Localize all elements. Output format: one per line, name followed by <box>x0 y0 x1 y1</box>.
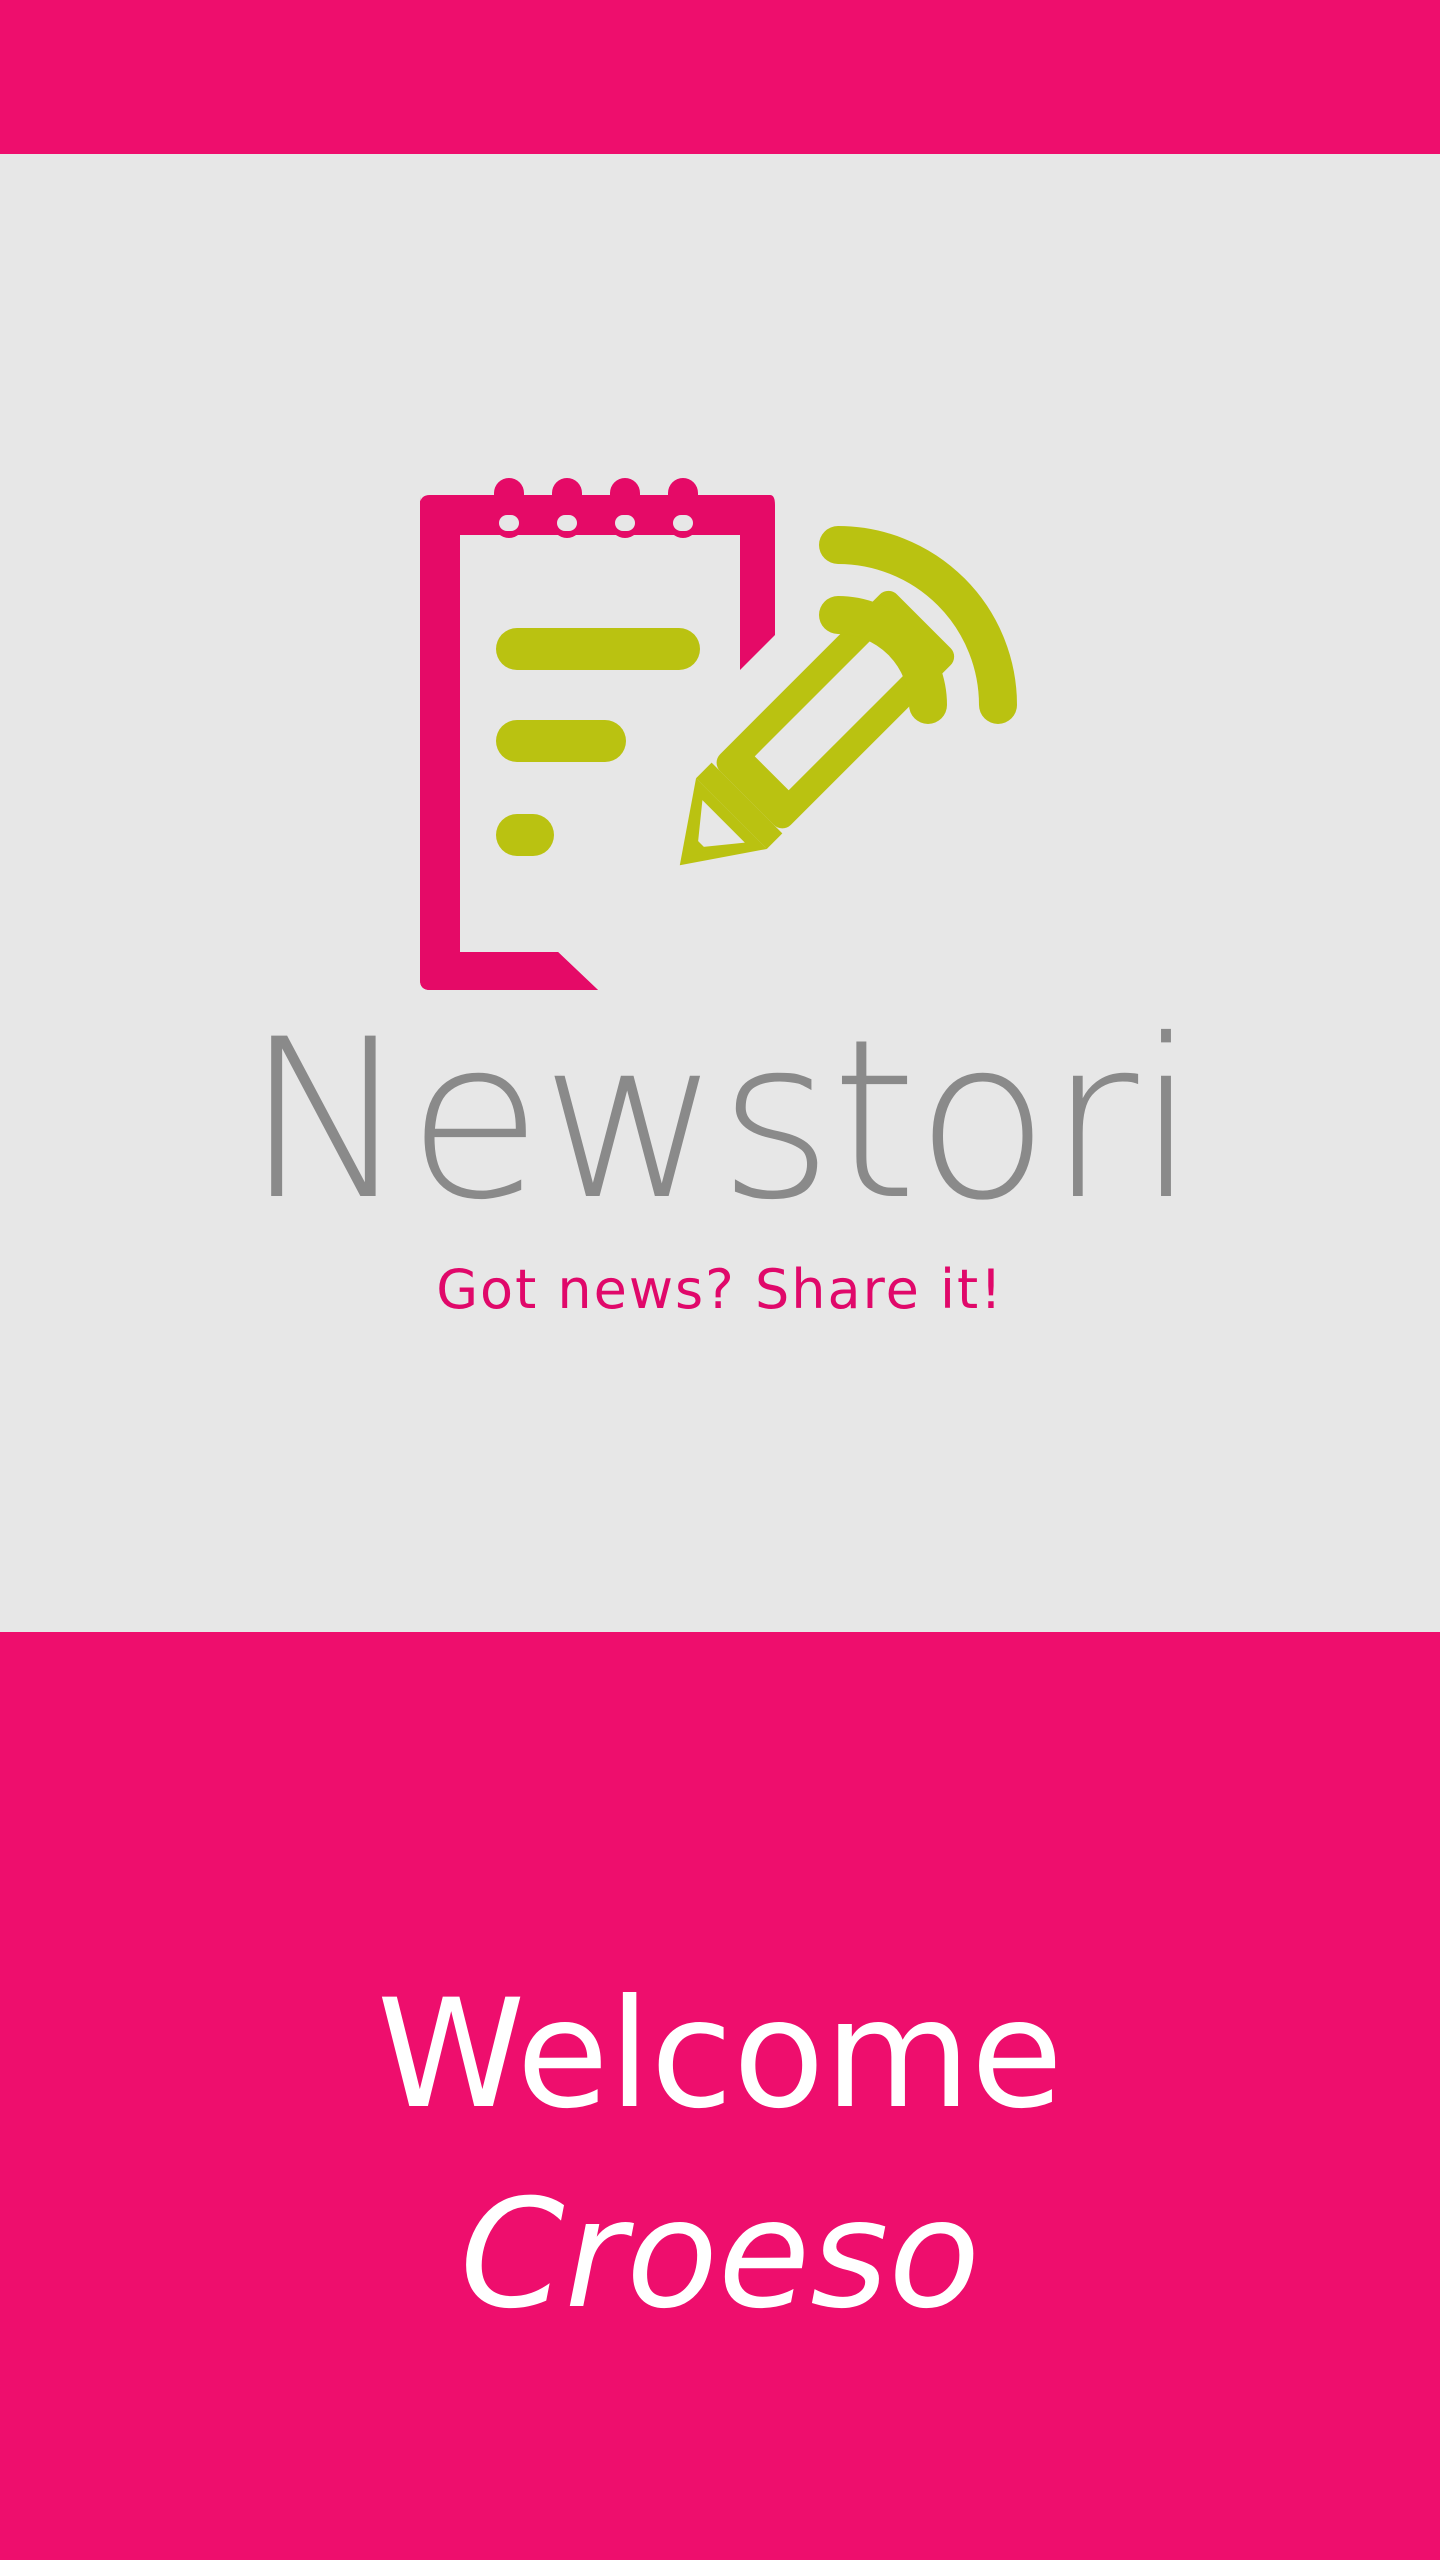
app-name: Newstori <box>244 992 1198 1248</box>
app-tagline: Got news? Share it! <box>436 1258 1004 1321</box>
notepad-pencil-broadcast-icon <box>420 478 1017 990</box>
top-header-bar <box>0 0 1440 154</box>
welcome-text-english: Welcome <box>376 1968 1064 2142</box>
welcome-text-welsh: Croeso <box>459 2168 981 2342</box>
